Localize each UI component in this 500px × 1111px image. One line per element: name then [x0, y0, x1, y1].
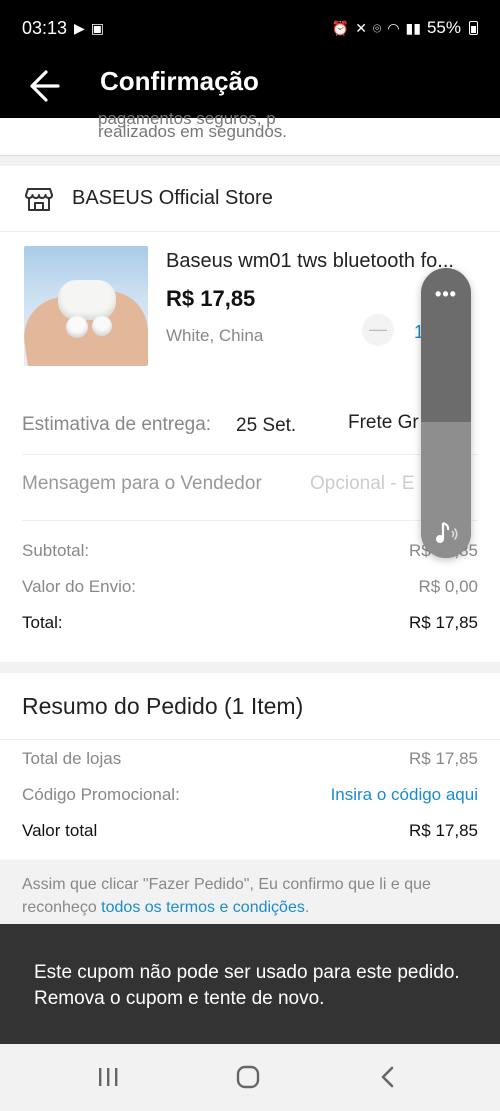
signal-icon: ▮▮: [405, 19, 421, 36]
battery-percent: 55%: [426, 18, 461, 37]
status-bar: 03:13 ▶▣ ⏰ ✕ ⌾ ◠ ▮▮ 55%: [0, 0, 500, 56]
divider: [0, 739, 500, 740]
volume-menu-icon[interactable]: •••: [421, 284, 471, 305]
alarm-icon: ⏰: [331, 19, 350, 36]
battery-icon: [469, 21, 478, 35]
back-nav-icon[interactable]: [368, 1062, 408, 1092]
volume-slider[interactable]: •••: [421, 268, 471, 558]
notification-icons: ▶▣: [74, 20, 110, 37]
subtotal-label: Subtotal:: [22, 541, 90, 560]
product-price: R$ 17,85: [166, 286, 256, 311]
play-icon: ▶: [74, 20, 91, 36]
product-title[interactable]: Baseus wm01 tws bluetooth fo...: [166, 250, 476, 273]
system-nav-bar: [0, 1044, 500, 1111]
seller-message-label: Mensagem para o Vendedor: [22, 473, 262, 494]
promo-code-link[interactable]: Insira o código aqui: [331, 785, 478, 805]
stores-total-label: Total de lojas: [22, 749, 122, 768]
wifi-icon: ◠: [387, 19, 400, 36]
seller-message-input[interactable]: Opcional - E: [310, 473, 415, 495]
status-time: 03:13: [22, 18, 68, 38]
gallery-icon: ▣: [90, 20, 111, 36]
mute-icon: ✕: [355, 19, 367, 36]
store-total-label: Total:: [22, 613, 63, 632]
summary-title: Resumo do Pedido (1 Item): [22, 693, 304, 719]
page-title: Confirmação: [100, 66, 259, 96]
divider: [22, 454, 478, 455]
terms-end: .: [304, 899, 310, 916]
quantity-decrease-button[interactable]: —: [362, 314, 394, 346]
recent-apps-icon[interactable]: [88, 1062, 128, 1092]
location-icon: ⌾: [372, 19, 382, 36]
promo-code-label: Código Promocional:: [22, 785, 180, 804]
terms-link[interactable]: todos os termos e condições: [101, 899, 305, 916]
grand-total-label: Valor total: [22, 821, 98, 840]
music-note-icon: [431, 518, 461, 548]
store-name: BASEUS Official Store: [72, 187, 273, 209]
toast-message: Este cupom não pode ser usado para este …: [34, 962, 460, 1009]
order-summary: Resumo do Pedido (1 Item) Total de lojas…: [0, 673, 500, 859]
payment-note: pagamentos seguros, p realizados em segu…: [0, 109, 500, 156]
stores-total-value: R$ 17,85: [409, 749, 478, 768]
shipping-cost-label: Valor do Envio:: [22, 577, 137, 596]
product-variant: White, China: [166, 326, 264, 345]
store-header[interactable]: BASEUS Official Store: [0, 166, 500, 232]
divider: [22, 520, 478, 521]
shipping-cost-value: R$ 0,00: [418, 577, 478, 596]
terms-text: Assim que clicar "Fazer Pedido", Eu conf…: [22, 873, 482, 919]
home-icon[interactable]: [228, 1062, 268, 1092]
delivery-label: Estimativa de entrega:: [22, 414, 212, 435]
grand-total-value: R$ 17,85: [409, 821, 478, 840]
shipping-option[interactable]: Frete Gr: [348, 412, 419, 434]
store-total-value: R$ 17,85: [409, 613, 478, 632]
back-arrow-icon[interactable]: [24, 64, 68, 108]
payment-note-line2: realizados em segundos.: [98, 122, 288, 141]
error-toast: Este cupom não pode ser usado para este …: [0, 924, 500, 1044]
product-image[interactable]: [24, 246, 148, 366]
status-right: ⏰ ✕ ⌾ ◠ ▮▮ 55%: [332, 18, 478, 38]
store-icon: [24, 183, 54, 213]
delivery-date: 25 Set.: [236, 415, 297, 436]
terms-section: Assim que clicar "Fazer Pedido", Eu conf…: [0, 859, 500, 929]
